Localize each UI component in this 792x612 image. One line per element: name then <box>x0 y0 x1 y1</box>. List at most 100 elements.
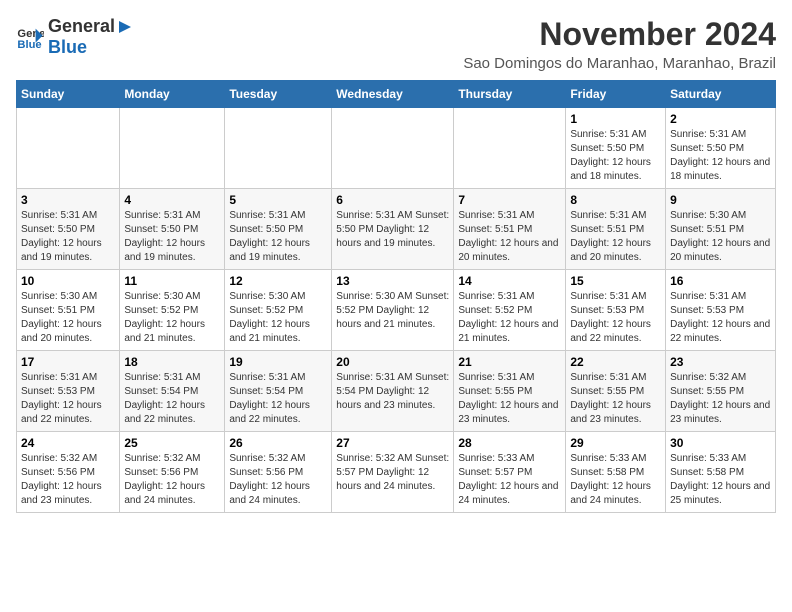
day-info: Sunrise: 5:30 AM Sunset: 5:52 PM Dayligh… <box>336 290 449 332</box>
day-info: Sunrise: 5:31 AM Sunset: 5:55 PM Dayligh… <box>570 371 661 427</box>
logo-general: General <box>48 16 115 37</box>
day-number: 9 <box>670 193 771 207</box>
day-info: Sunrise: 5:33 AM Sunset: 5:58 PM Dayligh… <box>570 452 661 508</box>
day-info: Sunrise: 5:32 AM Sunset: 5:56 PM Dayligh… <box>229 452 327 508</box>
day-number: 15 <box>570 274 661 288</box>
calendar-cell: 5 Sunrise: 5:31 AM Sunset: 5:50 PM Daylig… <box>225 189 332 270</box>
calendar-header-sunday: Sunday <box>17 81 120 108</box>
day-info: Sunrise: 5:31 AM Sunset: 5:54 PM Dayligh… <box>229 371 327 427</box>
calendar-cell <box>332 108 454 189</box>
calendar-cell <box>17 108 120 189</box>
day-number: 29 <box>570 436 661 450</box>
calendar-cell: 26Sunrise: 5:32 AM Sunset: 5:56 PM Dayli… <box>225 432 332 513</box>
day-number: 5 <box>229 193 327 207</box>
day-info: Sunrise: 5:32 AM Sunset: 5:56 PM Dayligh… <box>124 452 220 508</box>
calendar-cell: 22 Sunrise: 5:31 AM Sunset: 5:55 PM Dayli… <box>566 351 666 432</box>
day-number: 10 <box>21 274 115 288</box>
day-number: 22 <box>570 355 661 369</box>
day-info: Sunrise: 5:31 AM Sunset: 5:53 PM Dayligh… <box>21 371 115 427</box>
day-info: Sunrise: 5:30 AM Sunset: 5:51 PM Dayligh… <box>670 209 771 265</box>
calendar-cell: 2Sunrise: 5:31 AM Sunset: 5:50 PM Daylig… <box>666 108 776 189</box>
calendar-header-saturday: Saturday <box>666 81 776 108</box>
title-section: November 2024 Sao Domingos do Maranhao, … <box>463 16 776 72</box>
calendar-cell: 30 Sunrise: 5:33 AM Sunset: 5:58 PM Dayli… <box>666 432 776 513</box>
calendar-cell <box>120 108 225 189</box>
calendar-cell <box>225 108 332 189</box>
day-number: 28 <box>458 436 561 450</box>
day-info: Sunrise: 5:32 AM Sunset: 5:55 PM Dayligh… <box>670 371 771 427</box>
calendar-cell: 7Sunrise: 5:31 AM Sunset: 5:51 PM Daylig… <box>454 189 566 270</box>
day-number: 11 <box>124 274 220 288</box>
calendar-cell: 13 Sunrise: 5:30 AM Sunset: 5:52 PM Dayli… <box>332 270 454 351</box>
day-number: 2 <box>670 112 771 126</box>
calendar-cell: 23 Sunrise: 5:32 AM Sunset: 5:55 PM Dayli… <box>666 351 776 432</box>
logo-arrow-icon <box>115 17 135 37</box>
calendar-cell: 25Sunrise: 5:32 AM Sunset: 5:56 PM Dayli… <box>120 432 225 513</box>
calendar-table: SundayMondayTuesdayWednesdayThursdayFrid… <box>16 80 776 513</box>
calendar-week-1: 1Sunrise: 5:31 AM Sunset: 5:50 PM Daylig… <box>17 108 776 189</box>
logo-icon: General Blue <box>16 23 44 51</box>
day-number: 4 <box>124 193 220 207</box>
day-number: 23 <box>670 355 771 369</box>
calendar-week-2: 3 Sunrise: 5:31 AM Sunset: 5:50 PM Daylig… <box>17 189 776 270</box>
calendar-cell: 17 Sunrise: 5:31 AM Sunset: 5:53 PM Dayli… <box>17 351 120 432</box>
calendar-cell: 1Sunrise: 5:31 AM Sunset: 5:50 PM Daylig… <box>566 108 666 189</box>
day-info: Sunrise: 5:31 AM Sunset: 5:55 PM Dayligh… <box>458 371 561 427</box>
calendar-cell: 3 Sunrise: 5:31 AM Sunset: 5:50 PM Daylig… <box>17 189 120 270</box>
day-info: Sunrise: 5:31 AM Sunset: 5:51 PM Dayligh… <box>570 209 661 265</box>
calendar-header-friday: Friday <box>566 81 666 108</box>
logo: General Blue General Blue <box>16 16 135 58</box>
calendar-header-tuesday: Tuesday <box>225 81 332 108</box>
day-number: 27 <box>336 436 449 450</box>
day-number: 30 <box>670 436 771 450</box>
calendar-cell: 8 Sunrise: 5:31 AM Sunset: 5:51 PM Daylig… <box>566 189 666 270</box>
calendar-cell: 11 Sunrise: 5:30 AM Sunset: 5:52 PM Dayli… <box>120 270 225 351</box>
day-number: 17 <box>21 355 115 369</box>
calendar-cell: 20Sunrise: 5:31 AM Sunset: 5:54 PM Dayli… <box>332 351 454 432</box>
calendar-cell: 10 Sunrise: 5:30 AM Sunset: 5:51 PM Dayli… <box>17 270 120 351</box>
logo-blue: Blue <box>48 37 87 57</box>
day-info: Sunrise: 5:31 AM Sunset: 5:51 PM Dayligh… <box>458 209 561 265</box>
day-number: 13 <box>336 274 449 288</box>
day-info: Sunrise: 5:31 AM Sunset: 5:54 PM Dayligh… <box>124 371 220 427</box>
calendar-cell: 6 Sunrise: 5:31 AM Sunset: 5:50 PM Daylig… <box>332 189 454 270</box>
calendar-header-thursday: Thursday <box>454 81 566 108</box>
calendar-cell: 27 Sunrise: 5:32 AM Sunset: 5:57 PM Dayli… <box>332 432 454 513</box>
day-info: Sunrise: 5:31 AM Sunset: 5:53 PM Dayligh… <box>570 290 661 346</box>
calendar-cell: 12Sunrise: 5:30 AM Sunset: 5:52 PM Dayli… <box>225 270 332 351</box>
day-info: Sunrise: 5:31 AM Sunset: 5:50 PM Dayligh… <box>229 209 327 265</box>
calendar-body: 1 Sunrise: 5:31 AM Sunset: 5:50 PM Daylig… <box>17 108 776 513</box>
subtitle: Sao Domingos do Maranhao, Maranhao, Braz… <box>463 55 776 72</box>
day-number: 3 <box>21 193 115 207</box>
calendar-header-wednesday: Wednesday <box>332 81 454 108</box>
calendar-cell: 18Sunrise: 5:31 AM Sunset: 5:54 PM Dayli… <box>120 351 225 432</box>
header: General Blue General Blue November 2024 … <box>16 16 776 72</box>
calendar-cell: 9 Sunrise: 5:30 AM Sunset: 5:51 PM Daylig… <box>666 189 776 270</box>
day-number: 1 <box>570 112 661 126</box>
calendar-cell: 15 Sunrise: 5:31 AM Sunset: 5:53 PM Dayli… <box>566 270 666 351</box>
calendar-cell: 29 Sunrise: 5:33 AM Sunset: 5:58 PM Dayli… <box>566 432 666 513</box>
svg-text:Blue: Blue <box>17 39 41 51</box>
day-info: Sunrise: 5:32 AM Sunset: 5:57 PM Dayligh… <box>336 452 449 494</box>
day-info: Sunrise: 5:31 AM Sunset: 5:50 PM Dayligh… <box>336 209 449 251</box>
day-info: Sunrise: 5:31 AM Sunset: 5:50 PM Dayligh… <box>124 209 220 265</box>
day-info: Sunrise: 5:33 AM Sunset: 5:58 PM Dayligh… <box>670 452 771 508</box>
day-info: Sunrise: 5:30 AM Sunset: 5:51 PM Dayligh… <box>21 290 115 346</box>
calendar-cell: 28 Sunrise: 5:33 AM Sunset: 5:57 PM Dayli… <box>454 432 566 513</box>
main-title: November 2024 <box>463 16 776 53</box>
day-info: Sunrise: 5:33 AM Sunset: 5:57 PM Dayligh… <box>458 452 561 508</box>
day-info: Sunrise: 5:31 AM Sunset: 5:52 PM Dayligh… <box>458 290 561 346</box>
day-info: Sunrise: 5:31 AM Sunset: 5:53 PM Dayligh… <box>670 290 771 346</box>
day-number: 12 <box>229 274 327 288</box>
day-number: 8 <box>570 193 661 207</box>
calendar-week-3: 10 Sunrise: 5:30 AM Sunset: 5:51 PM Dayli… <box>17 270 776 351</box>
calendar-cell: 19Sunrise: 5:31 AM Sunset: 5:54 PM Dayli… <box>225 351 332 432</box>
day-info: Sunrise: 5:31 AM Sunset: 5:50 PM Dayligh… <box>21 209 115 265</box>
day-number: 6 <box>336 193 449 207</box>
day-number: 16 <box>670 274 771 288</box>
calendar-week-4: 17 Sunrise: 5:31 AM Sunset: 5:53 PM Dayli… <box>17 351 776 432</box>
day-info: Sunrise: 5:30 AM Sunset: 5:52 PM Dayligh… <box>124 290 220 346</box>
calendar-week-5: 24Sunrise: 5:32 AM Sunset: 5:56 PM Dayli… <box>17 432 776 513</box>
day-number: 20 <box>336 355 449 369</box>
calendar-cell: 21Sunrise: 5:31 AM Sunset: 5:55 PM Dayli… <box>454 351 566 432</box>
